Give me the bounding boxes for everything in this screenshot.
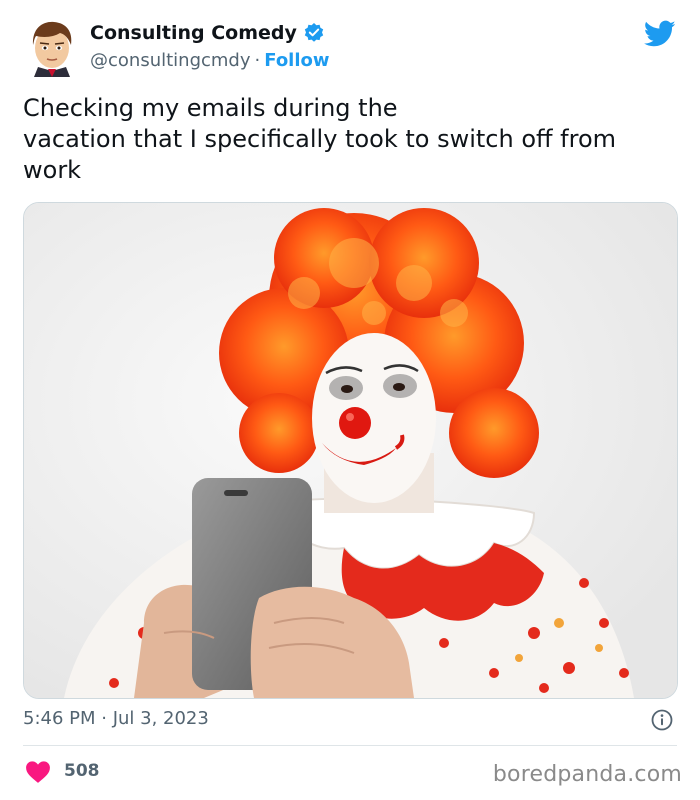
tweet-card: Consulting Comedy @consultingcmdy · Follow… <box>0 0 700 800</box>
handle[interactable]: @consultingcmdy <box>90 50 251 71</box>
twitter-bird-icon[interactable] <box>643 20 676 48</box>
verified-badge-icon <box>303 22 325 44</box>
avatar[interactable] <box>24 17 80 77</box>
tweet-timestamp[interactable]: 5:46 PM · Jul 3, 2023 <box>23 708 209 729</box>
info-icon[interactable] <box>650 708 674 732</box>
display-name[interactable]: Consulting Comedy <box>90 22 297 44</box>
footer-divider <box>23 745 677 746</box>
separator-dot: · <box>254 50 261 71</box>
source-watermark: boredpanda.com <box>492 762 682 787</box>
tweet-text: Checking my emails during the vacation t… <box>23 94 617 184</box>
like-count[interactable]: 508 <box>64 761 100 781</box>
follow-button[interactable]: Follow <box>264 50 329 71</box>
heart-icon[interactable] <box>25 760 51 784</box>
author-handle-row: @consultingcmdy · Follow <box>90 50 330 71</box>
author-name-row: Consulting Comedy <box>90 22 325 44</box>
tweet-media-image[interactable] <box>23 202 678 699</box>
